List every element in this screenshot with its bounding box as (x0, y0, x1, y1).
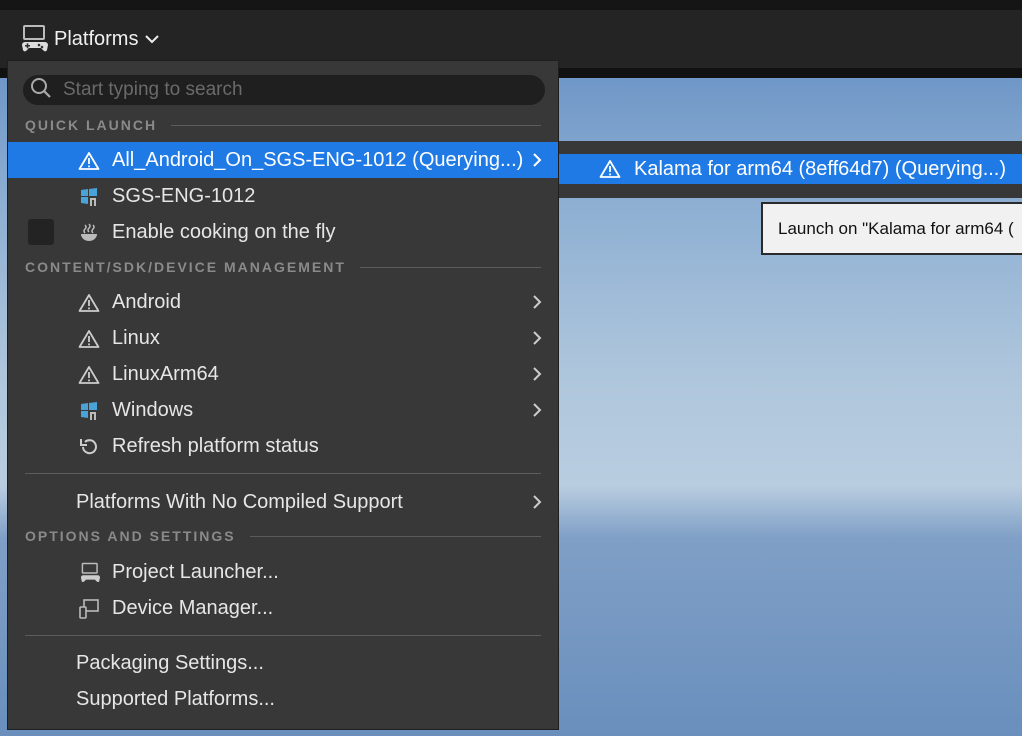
section-options: OPTIONS AND SETTINGS (25, 528, 541, 544)
chevron-right-icon (530, 365, 544, 383)
warning-icon (78, 150, 100, 172)
warning-icon (78, 364, 100, 386)
menu-item-linuxarm64[interactable]: LinuxArm64 (8, 356, 558, 392)
chevron-right-icon (530, 293, 544, 311)
warning-icon (599, 159, 621, 185)
menu-item-label: Enable cooking on the fly (112, 220, 336, 243)
search-icon (23, 76, 53, 105)
chevron-right-icon (530, 493, 544, 511)
menu-item-label: Device Manager... (112, 596, 274, 619)
launch-tooltip: Launch on "Kalama for arm64 ( (761, 202, 1022, 255)
section-label: QUICK LAUNCH (25, 117, 158, 133)
search-input[interactable] (61, 78, 545, 102)
chevron-right-icon (530, 401, 544, 419)
android-devices-submenu: Kalama for arm64 (8eff64d7) (Querying...… (559, 141, 1022, 198)
warning-icon (78, 292, 100, 314)
submenu-item-kalama[interactable]: Kalama for arm64 (8eff64d7) (Querying...… (559, 154, 1022, 184)
section-quick-launch: QUICK LAUNCH (25, 117, 541, 133)
section-label: CONTENT/SDK/DEVICE MANAGEMENT (25, 259, 346, 275)
warning-icon (78, 328, 100, 350)
menu-item-label: Platforms With No Compiled Support (76, 490, 403, 513)
menu-item-host[interactable]: SGS-ENG-1012 (8, 178, 558, 214)
windows-platform-icon (78, 186, 100, 208)
menu-item-label: Project Launcher... (112, 560, 279, 583)
cook-on-fly-checkbox[interactable] (28, 219, 54, 245)
menu-item-label: LinuxArm64 (112, 362, 219, 385)
menu-item-packaging-settings[interactable]: Packaging Settings... (8, 645, 558, 681)
search-box[interactable] (23, 75, 545, 105)
gamepad-monitor-icon (78, 562, 100, 584)
platforms-button[interactable]: Platforms (18, 22, 160, 56)
menu-item-label: All_Android_On_SGS-ENG-1012 (Querying...… (112, 148, 524, 171)
menu-item-cook-on-fly[interactable]: Enable cooking on the fly (8, 214, 558, 250)
device-manager-icon (78, 598, 100, 620)
refresh-icon (78, 436, 100, 458)
section-content-management: CONTENT/SDK/DEVICE MANAGEMENT (25, 259, 541, 275)
menu-divider (25, 635, 541, 636)
chevron-right-icon (530, 329, 544, 347)
menu-item-label: Supported Platforms... (76, 687, 275, 710)
menu-item-windows[interactable]: Windows (8, 392, 558, 428)
menu-item-supported-platforms[interactable]: Supported Platforms... (8, 681, 558, 717)
menu-item-label: Refresh platform status (112, 434, 319, 457)
menu-item-linux[interactable]: Linux (8, 320, 558, 356)
menu-item-label: Linux (112, 326, 160, 349)
menu-divider (25, 473, 541, 474)
menu-item-android-all[interactable]: All_Android_On_SGS-ENG-1012 (Querying...… (8, 142, 558, 178)
gamepad-monitor-icon (18, 24, 48, 54)
steam-bowl-icon (78, 222, 100, 244)
menu-item-label: SGS-ENG-1012 (112, 184, 256, 207)
platforms-dropdown-menu: QUICK LAUNCH All_Android_On_SGS-ENG-1012… (7, 60, 559, 730)
title-strip (0, 0, 1022, 10)
tooltip-text: Launch on "Kalama for arm64 ( (778, 218, 1014, 238)
menu-item-label: Windows (112, 398, 194, 421)
chevron-down-icon (144, 33, 160, 45)
menu-item-label: Android (112, 290, 181, 313)
menu-item-project-launcher[interactable]: Project Launcher... (8, 554, 558, 590)
submenu-item-label: Kalama for arm64 (8eff64d7) (Querying...… (634, 157, 1007, 180)
menu-item-refresh[interactable]: Refresh platform status (8, 428, 558, 464)
menu-item-device-manager[interactable]: Device Manager... (8, 590, 558, 626)
windows-platform-icon (78, 400, 100, 422)
menu-item-label: Packaging Settings... (76, 651, 264, 674)
platforms-label: Platforms (54, 27, 139, 50)
menu-item-no-compiled-support[interactable]: Platforms With No Compiled Support (8, 484, 558, 520)
section-label: OPTIONS AND SETTINGS (25, 528, 236, 544)
menu-item-android[interactable]: Android (8, 284, 558, 320)
chevron-right-icon (530, 151, 544, 169)
